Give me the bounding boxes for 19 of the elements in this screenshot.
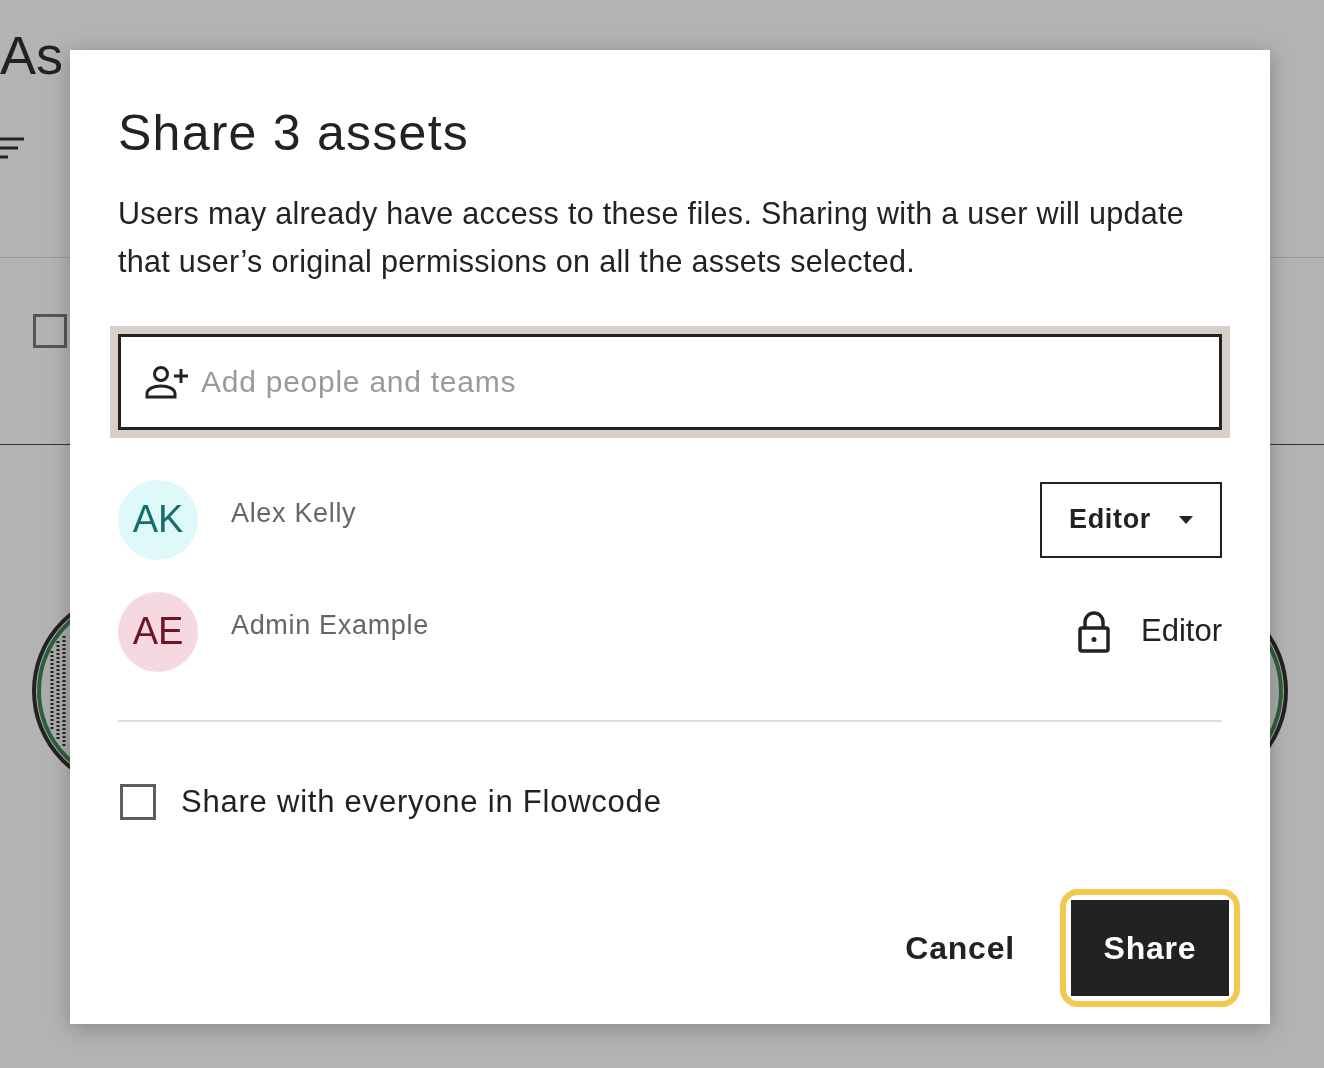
role-label: Editor xyxy=(1141,612,1222,651)
share-all-label: Share with everyone in Flowcode xyxy=(181,782,662,821)
member-name: Alex Kelly xyxy=(231,497,357,531)
lock-icon xyxy=(1077,610,1111,653)
page-title: As xyxy=(0,24,65,82)
member-name: Admin Example xyxy=(231,609,429,643)
dialog-title: Share 3 assets xyxy=(118,104,471,163)
checkbox[interactable] xyxy=(120,783,156,820)
filter-icon[interactable] xyxy=(0,137,26,161)
share-button[interactable]: Share xyxy=(1071,900,1229,996)
avatar: AK xyxy=(118,479,198,560)
cancel-button[interactable]: Cancel xyxy=(901,900,1019,996)
people-search-field[interactable]: Add people and teams xyxy=(118,333,1222,430)
select-all-checkbox[interactable] xyxy=(33,314,67,348)
dialog-description: Users may already have access to these files. Sharing with a user will update that user’s original permissions on all the assets selected. xyxy=(118,194,1186,281)
caret-icon xyxy=(1179,515,1193,524)
role-dropdown[interactable]: Editor xyxy=(1040,481,1222,558)
add-person-icon xyxy=(145,364,191,399)
avatar: AE xyxy=(118,591,198,672)
